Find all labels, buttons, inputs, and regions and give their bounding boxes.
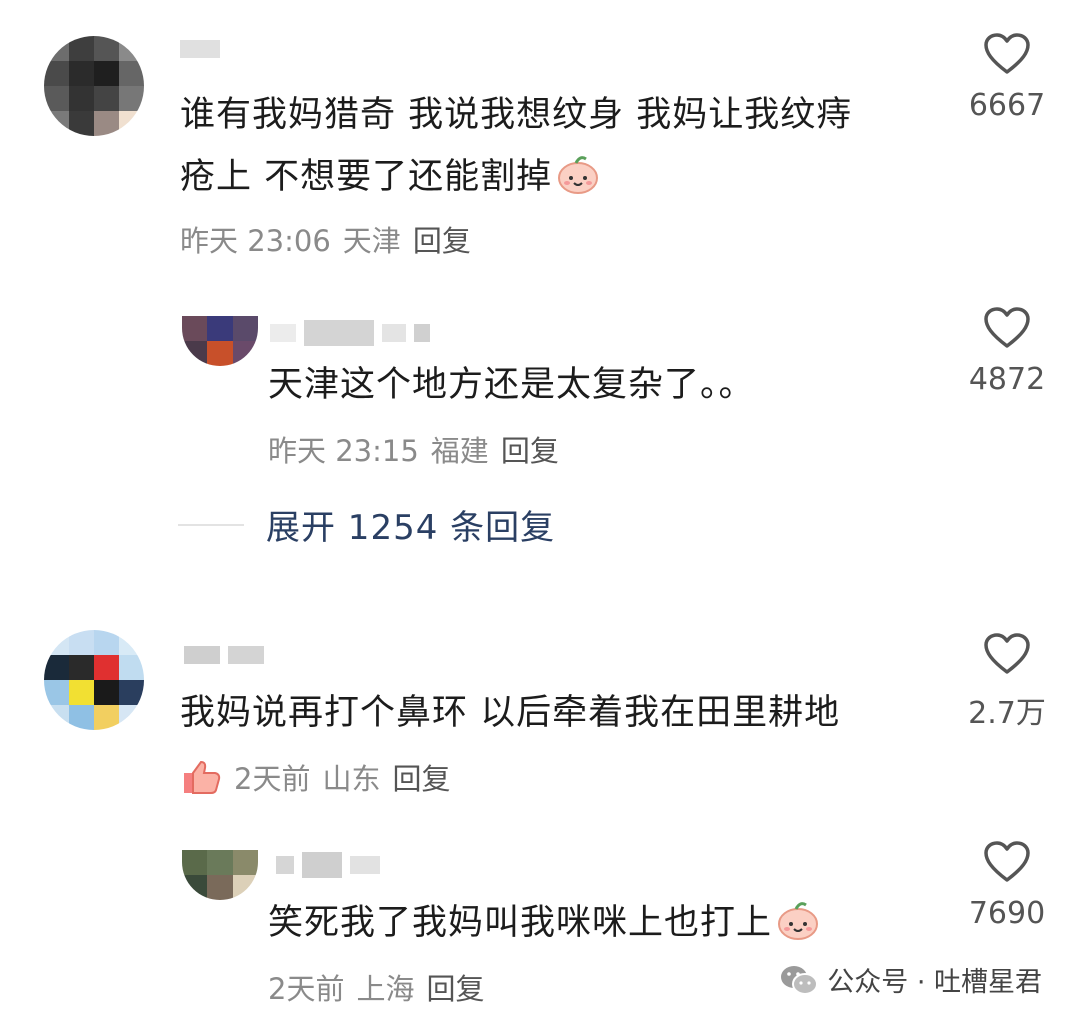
comment-location: 上海 [356, 972, 415, 1006]
reply-button[interactable]: 回复 [426, 966, 484, 1008]
like-button[interactable]: 7690 [962, 840, 1052, 931]
like-count: 7690 [968, 896, 1046, 931]
comment-location: 山东 [322, 762, 381, 796]
like-count: 6667 [968, 88, 1046, 123]
peach-smile-icon [558, 156, 599, 194]
avatar[interactable] [182, 316, 258, 366]
expand-replies-label: 展开 1254 条回复 [266, 508, 556, 548]
like-count: 4872 [968, 362, 1046, 397]
reply-button[interactable]: 回复 [413, 218, 471, 260]
peach-smile-icon [778, 902, 819, 940]
wechat-icon [781, 965, 819, 995]
watermark-text: 公众号 · 吐槽星君 [827, 967, 1042, 998]
comment-meta: 2天前 上海 回复 [268, 966, 484, 1008]
comment-location: 福建 [430, 434, 489, 468]
watermark: 公众号 · 吐槽星君 [779, 960, 1042, 999]
like-button[interactable]: 6667 [962, 32, 1052, 123]
username-blurred[interactable] [270, 320, 430, 346]
heart-outline-icon [984, 841, 1030, 882]
comment-text: 笑死我了我妈叫我咪咪上也打上 [268, 892, 820, 954]
comment-meta: 昨天 23:06 天津 回复 [180, 218, 471, 260]
avatar[interactable] [44, 630, 144, 730]
comment-text: 天津这个地方还是太复杂了。。 [268, 365, 755, 405]
avatar[interactable] [44, 36, 144, 136]
username-blurred[interactable] [276, 852, 380, 878]
comment-time: 2天前 [234, 762, 311, 796]
comment-text: 谁有我妈猎奇 我说我想纹身 我妈让我纹痔 疮上 不想要了还能割掉 [180, 95, 853, 197]
like-button[interactable]: 2.7万 [962, 632, 1052, 732]
comment-meta: 昨天 23:15 福建 回复 [268, 428, 559, 470]
like-count: 2.7万 [968, 696, 1046, 731]
comment-location: 天津 [342, 224, 401, 258]
reply-button[interactable]: 回复 [392, 756, 450, 798]
username-blurred[interactable] [180, 40, 220, 58]
avatar[interactable] [182, 850, 258, 900]
reply-button[interactable]: 回复 [501, 428, 559, 470]
divider [178, 523, 244, 526]
username-blurred[interactable] [184, 646, 264, 664]
comment-time: 2天前 [268, 972, 345, 1006]
heart-outline-icon [984, 307, 1030, 348]
heart-outline-icon [984, 33, 1030, 74]
expand-replies-button[interactable]: 展开 1254 条回复 [178, 500, 555, 549]
comment-text: 我妈说再打个鼻环 以后牵着我在田里耕地 [180, 693, 841, 733]
comment-time: 昨天 23:15 [268, 434, 419, 468]
comment-meta: 2天前 山东 回复 [180, 756, 450, 798]
comment-time: 昨天 23:06 [180, 224, 331, 258]
thumbs-up-icon [184, 760, 221, 794]
heart-outline-icon [984, 633, 1030, 674]
like-button[interactable]: 4872 [962, 306, 1052, 397]
